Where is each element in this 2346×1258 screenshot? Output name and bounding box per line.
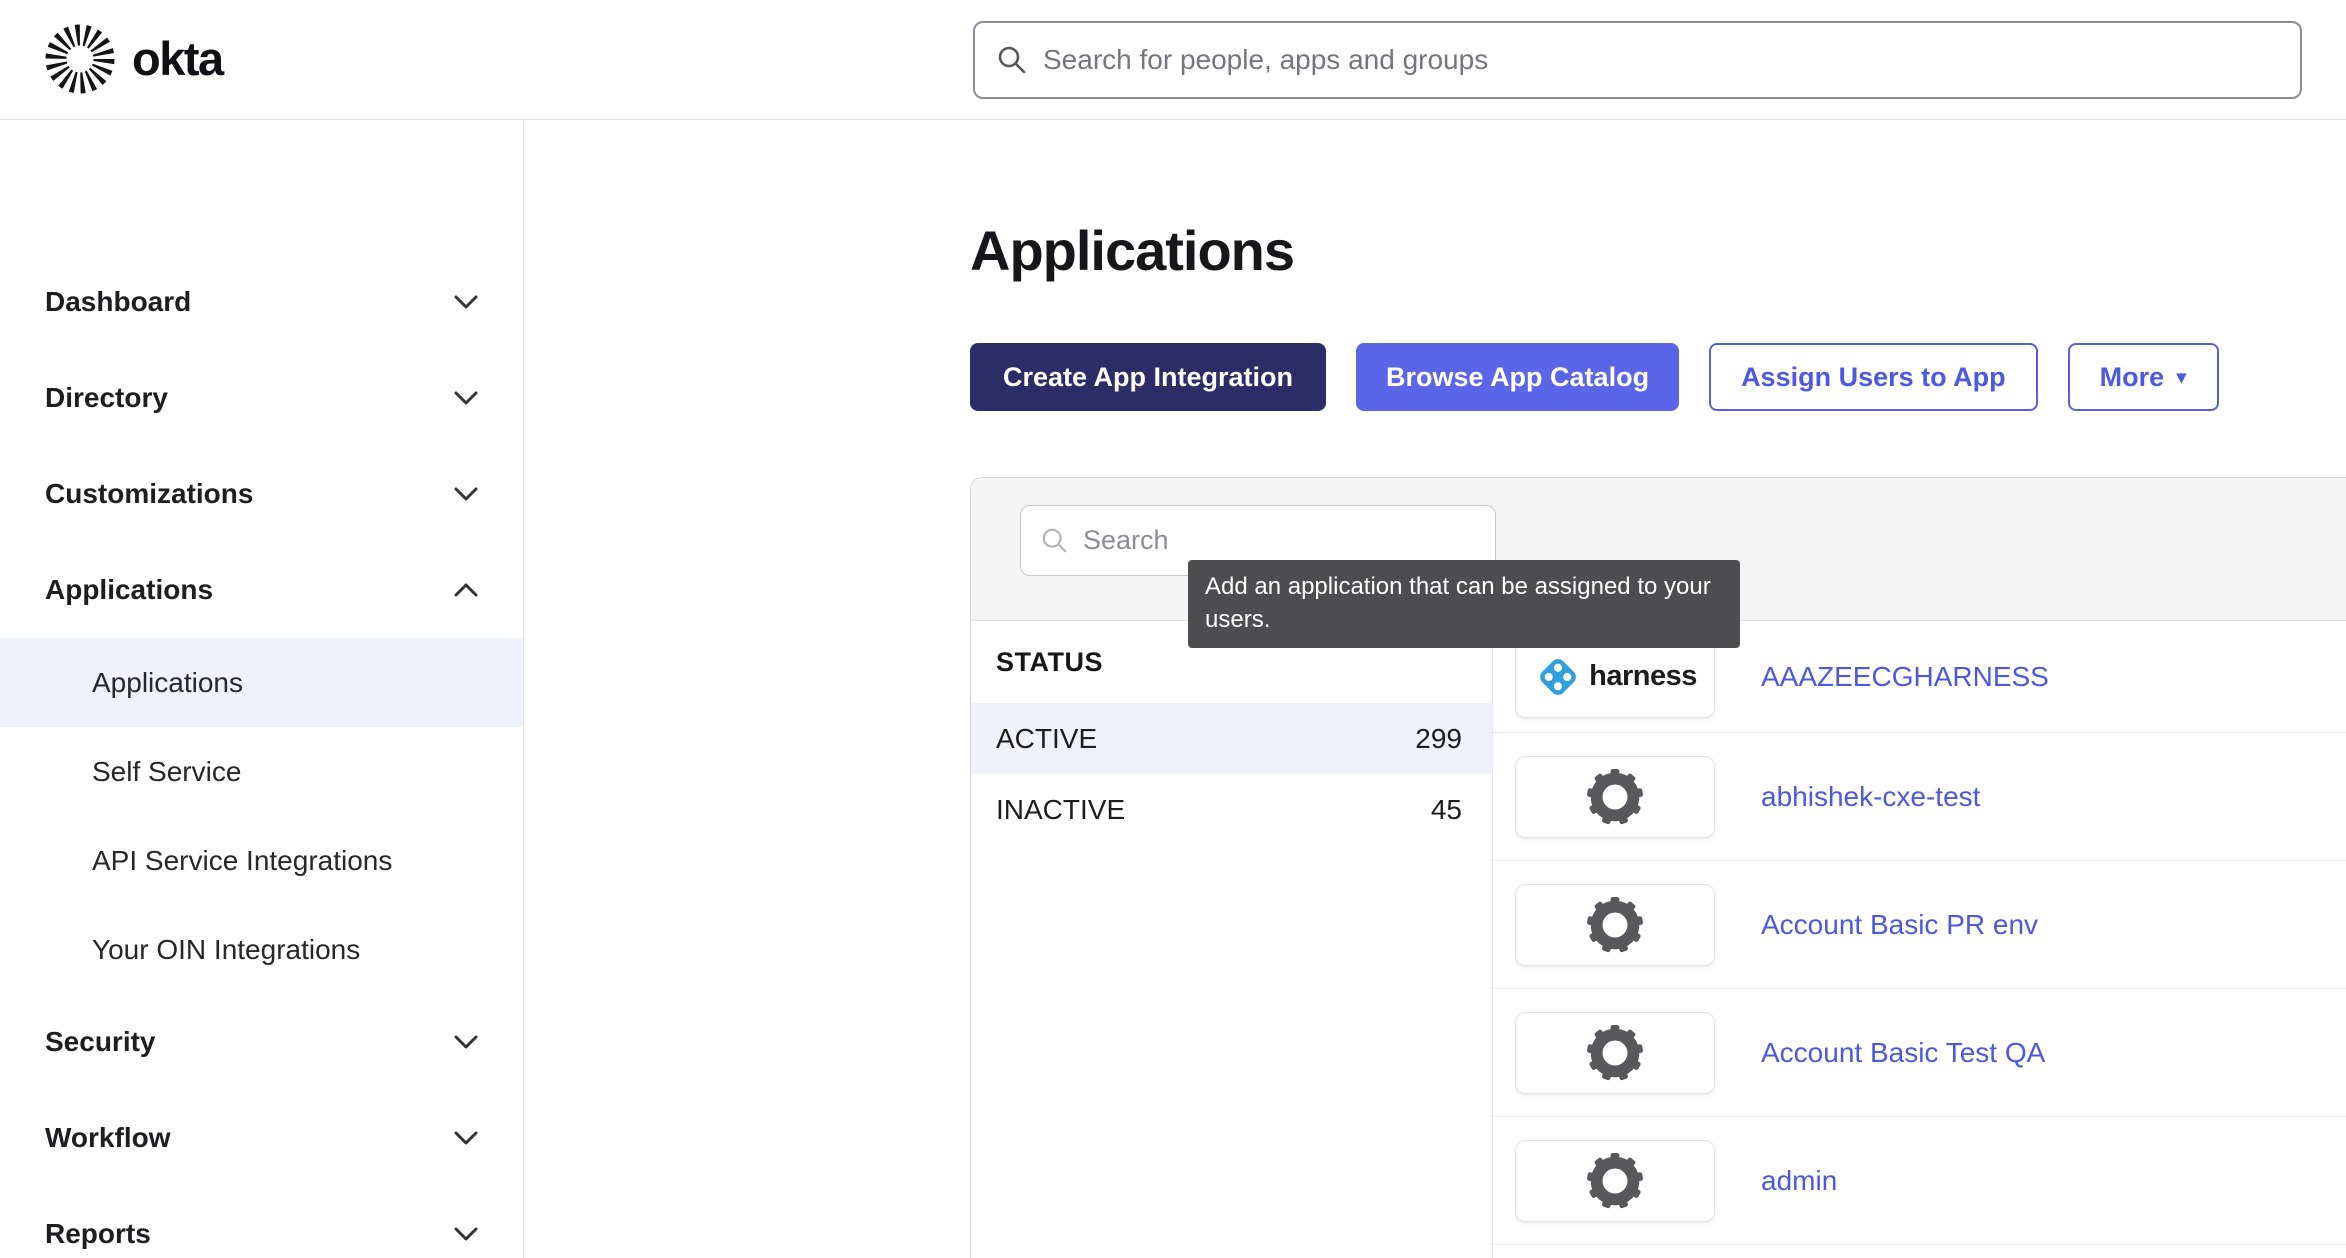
action-buttons: Create App Integration Browse App Catalo… [970,343,2219,411]
app-link[interactable]: AAAZEECGHARNESS [1761,661,2049,693]
app-row: abhishek-cxe-test [1493,733,2346,861]
status-filter: STATUS ACTIVE 299 INACTIVE 45 [971,621,1493,1258]
sidebar-item-label: Directory [45,382,168,414]
sidebar-item-label: Reports [45,1218,151,1250]
okta-aura-icon [44,22,116,94]
sidebar-item-label: Workflow [45,1122,170,1154]
filter-count: 45 [1431,794,1462,826]
filter-label: INACTIVE [996,794,1125,826]
gear-icon [1515,884,1715,966]
app-search-input[interactable] [1083,525,1495,556]
page-title: Applications [970,218,1294,283]
sidebar-item-label: Security [45,1026,156,1058]
app-list: harness AAAZEECGHARNESS [1493,621,2346,1258]
sidebar-subitem-label: Self Service [92,756,241,788]
chevron-down-icon [453,1034,479,1050]
top-header: okta [0,0,2346,120]
sidebar-item-dashboard[interactable]: Dashboard [0,254,523,350]
sidebar-nav: Dashboard Directory Customizations Appli… [0,121,524,1258]
okta-logo-text: okta [132,31,223,86]
create-app-integration-button[interactable]: Create App Integration [970,343,1326,411]
sidebar-subitem-self-service[interactable]: Self Service [0,727,523,816]
okta-admin-console: okta Dashboard Directory [0,0,2346,1258]
browse-app-catalog-button[interactable]: Browse App Catalog [1356,343,1679,411]
sidebar-item-security[interactable]: Security [0,994,523,1090]
sidebar-item-label: Applications [45,574,213,606]
global-search-input[interactable] [1043,44,2300,76]
sidebar-item-customizations[interactable]: Customizations [0,446,523,542]
okta-logo[interactable]: okta [44,22,223,94]
sidebar-subitem-label: Applications [92,667,243,699]
more-button-label: More [2100,362,2165,393]
search-icon [997,45,1027,75]
chevron-up-icon [453,582,479,598]
sidebar-subitem-label: Your OIN Integrations [92,934,360,966]
sidebar-item-workflow[interactable]: Workflow [0,1090,523,1186]
app-link[interactable]: Account Basic Test QA [1761,1037,2045,1069]
gear-icon [1515,756,1715,838]
filter-label: ACTIVE [996,723,1097,755]
app-link[interactable]: abhishek-cxe-test [1761,781,1980,813]
status-filter-title: STATUS [996,647,1103,678]
app-link[interactable]: Account Basic PR env [1761,909,2038,941]
sidebar-subitem-your-oin-integrations[interactable]: Your OIN Integrations [0,905,523,994]
harness-logo-text: harness [1589,660,1697,693]
app-link[interactable]: admin [1761,1165,1837,1197]
app-row: admin [1493,1117,2346,1245]
assign-users-to-app-button[interactable]: Assign Users to App [1709,343,2038,411]
dropdown-caret-icon: ▾ [2176,365,2187,390]
filter-row-inactive[interactable]: INACTIVE 45 [971,774,1492,845]
chevron-down-icon [453,1226,479,1242]
chevron-down-icon [453,294,479,310]
sidebar-subitem-label: API Service Integrations [92,845,392,877]
sidebar-subitem-applications[interactable]: Applications [0,638,523,727]
filter-row-active[interactable]: ACTIVE 299 [971,703,1492,774]
more-button[interactable]: More ▾ [2068,343,2219,411]
search-icon [1041,527,1069,555]
chevron-down-icon [453,1130,479,1146]
sidebar-item-label: Customizations [45,478,253,510]
sidebar-subitem-api-service-integrations[interactable]: API Service Integrations [0,816,523,905]
sidebar-item-label: Dashboard [45,286,191,318]
gear-icon [1515,1012,1715,1094]
filter-count: 299 [1415,723,1462,755]
sidebar-item-reports[interactable]: Reports [0,1186,523,1258]
app-row: Account Basic Test QA [1493,989,2346,1117]
chevron-down-icon [453,390,479,406]
sidebar-item-applications[interactable]: Applications [0,542,523,638]
tooltip: Add an application that can be assigned … [1188,560,1740,648]
global-search[interactable] [973,21,2302,99]
panel-content: STATUS ACTIVE 299 INACTIVE 45 [971,621,2346,1258]
gear-icon [1515,1140,1715,1222]
sidebar-item-directory[interactable]: Directory [0,350,523,446]
app-row: Account Basic PR env [1493,861,2346,989]
chevron-down-icon [453,486,479,502]
